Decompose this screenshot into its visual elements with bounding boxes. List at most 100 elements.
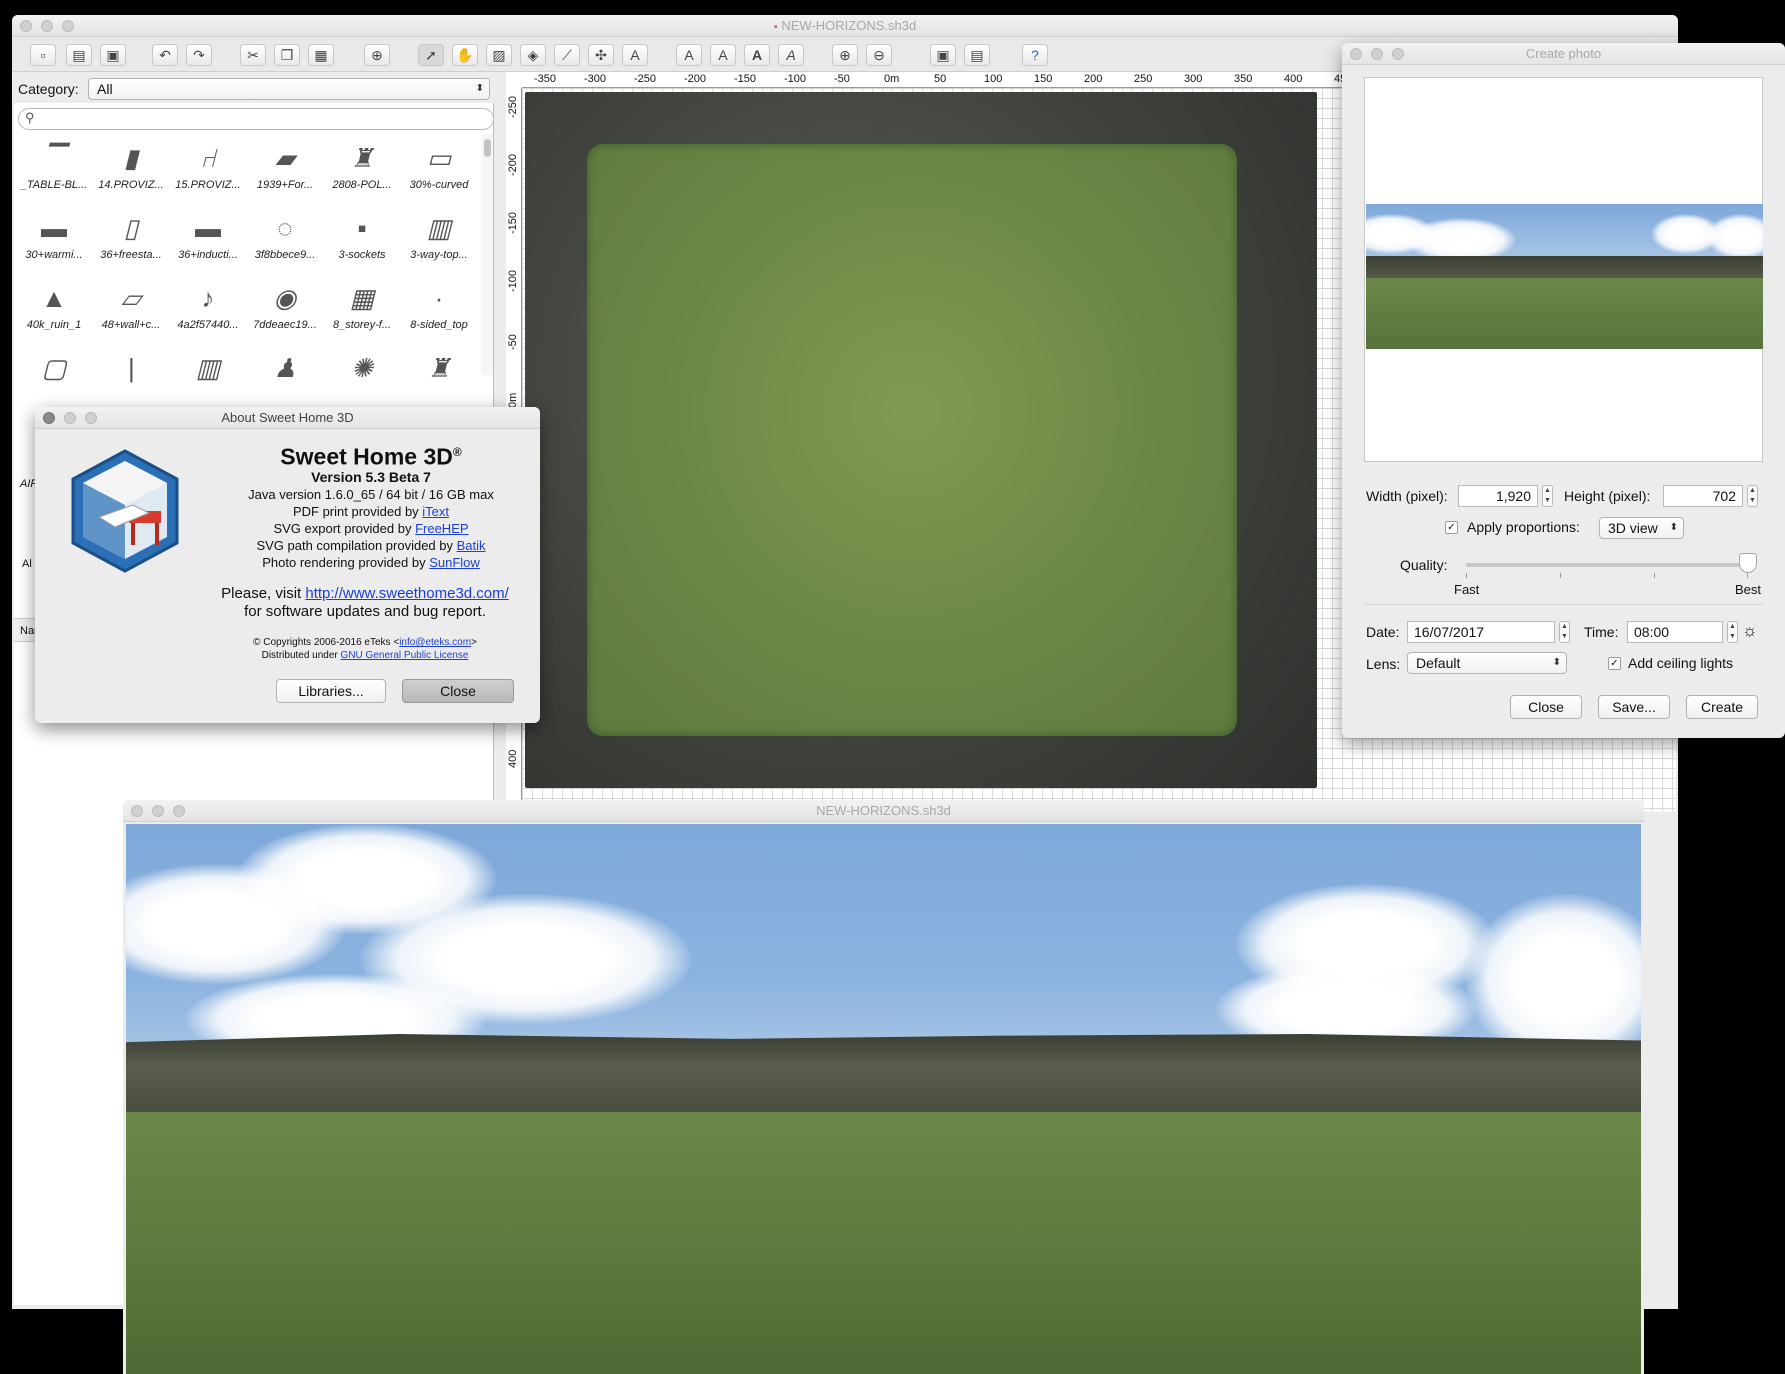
- catalog-item[interactable]: ▱ 48+wall+c...: [95, 277, 167, 345]
- time-stepper[interactable]: ▲ ▼: [1727, 621, 1738, 643]
- catalog-item[interactable]: |: [95, 347, 167, 387]
- catalog-item[interactable]: ▭ 30%-curved: [403, 137, 475, 205]
- paste-icon[interactable]: ▦: [308, 44, 334, 66]
- zoom-window-button[interactable]: [62, 20, 74, 32]
- save-icon[interactable]: ▣: [100, 44, 126, 66]
- catalog-item[interactable]: · 8-sided_top: [403, 277, 475, 345]
- help-icon[interactable]: ?: [1022, 44, 1048, 66]
- new-icon[interactable]: ▫: [30, 44, 56, 66]
- width-field[interactable]: 1,920: [1458, 485, 1538, 507]
- visit-text: Please, visit: [221, 585, 306, 602]
- license-link[interactable]: GNU General Public License: [341, 650, 469, 661]
- create-video-icon[interactable]: ▤: [964, 44, 990, 66]
- 3d-scene[interactable]: [126, 824, 1641, 1374]
- catalog-item[interactable]: ▥ 3-way-top...: [403, 207, 475, 275]
- catalog-item[interactable]: ▬ 30+warmi...: [18, 207, 90, 275]
- about-minimize-window-button[interactable]: [64, 412, 76, 424]
- about-close-button[interactable]: Close: [402, 679, 514, 703]
- catalog-item[interactable]: ▰ 1939+For...: [249, 137, 321, 205]
- catalog-item[interactable]: ♟: [249, 347, 321, 387]
- photo-zoom-window-button[interactable]: [1392, 48, 1404, 60]
- catalog-item[interactable]: ✺: [326, 347, 398, 387]
- catalog-item[interactable]: ♜: [403, 347, 475, 387]
- zoom-in-icon[interactable]: ⊕: [832, 44, 858, 66]
- decrease-text-icon[interactable]: A: [710, 44, 736, 66]
- apply-proportions-checkbox[interactable]: ✓: [1445, 521, 1458, 534]
- chevron-updown-icon: ⬍: [1552, 657, 1561, 668]
- itext-link[interactable]: iText: [422, 504, 449, 519]
- ruler-tick-label: 150: [1034, 73, 1053, 85]
- terrain-boundary[interactable]: [525, 92, 1317, 788]
- category-select[interactable]: All ⬍: [88, 78, 490, 100]
- catalog-item[interactable]: ▦ 8_storey-f...: [326, 277, 398, 345]
- view3d-close-button[interactable]: [131, 805, 143, 817]
- quality-fast-label: Fast: [1454, 582, 1480, 597]
- create-dimensions-icon[interactable]: ✣: [588, 44, 614, 66]
- select-icon[interactable]: ➚: [418, 44, 444, 66]
- catalog-item[interactable]: ♜ 2808-POL...: [326, 137, 398, 205]
- about-close-window-button[interactable]: [43, 412, 55, 424]
- photo-save-button[interactable]: Save...: [1598, 695, 1670, 719]
- photo-minimize-window-button[interactable]: [1371, 48, 1383, 60]
- bold-text-icon[interactable]: A: [744, 44, 770, 66]
- proportions-select[interactable]: 3D view ⬍: [1599, 517, 1684, 539]
- catalog-item[interactable]: ▯ 36+freesta...: [95, 207, 167, 275]
- catalog-item[interactable]: ▥: [172, 347, 244, 387]
- date-stepper[interactable]: ▲ ▼: [1559, 621, 1570, 643]
- width-stepper[interactable]: ▲ ▼: [1542, 485, 1553, 507]
- create-polylines-icon[interactable]: ⟋: [554, 44, 580, 66]
- catalog-item[interactable]: ◉ 7ddeaec19...: [249, 277, 321, 345]
- website-link[interactable]: http://www.sweethome3d.com/: [305, 585, 508, 602]
- create-walls-icon[interactable]: ▨: [486, 44, 512, 66]
- catalog-item[interactable]: ▔ _TABLE-BL...: [18, 137, 90, 205]
- open-icon[interactable]: ▤: [66, 44, 92, 66]
- increase-text-icon[interactable]: A: [676, 44, 702, 66]
- catalog-item[interactable]: ⑁ 15.PROVIZ...: [172, 137, 244, 205]
- zoom-out-icon[interactable]: ⊖: [866, 44, 892, 66]
- italic-text-icon[interactable]: A: [778, 44, 804, 66]
- catalog-item[interactable]: ♪ 4a2f57440...: [172, 277, 244, 345]
- minimize-window-button[interactable]: [41, 20, 53, 32]
- create-rooms-icon[interactable]: ◈: [520, 44, 546, 66]
- time-field[interactable]: 08:00: [1627, 621, 1723, 643]
- height-field[interactable]: 702: [1663, 485, 1743, 507]
- grass-area[interactable]: [587, 144, 1237, 736]
- copy-icon[interactable]: ❐: [274, 44, 300, 66]
- catalog-item[interactable]: ◌ 3f8bbece9...: [249, 207, 321, 275]
- add-text-icon[interactable]: A: [622, 44, 648, 66]
- email-link[interactable]: info@eteks.com: [399, 637, 471, 648]
- catalog-scroll-thumb[interactable]: [484, 139, 491, 157]
- cut-icon[interactable]: ✂: [240, 44, 266, 66]
- catalog-item[interactable]: ▮ 14.PROVIZ...: [95, 137, 167, 205]
- ruler-tick-label: -150: [507, 211, 519, 234]
- catalog-item[interactable]: ▪ 3-sockets: [326, 207, 398, 275]
- freehep-link[interactable]: FreeHEP: [415, 521, 468, 536]
- photo-close-button[interactable]: Close: [1510, 695, 1582, 719]
- close-window-button[interactable]: [20, 20, 32, 32]
- redo-icon[interactable]: ↷: [186, 44, 212, 66]
- catalog-item[interactable]: ▢: [18, 347, 90, 387]
- libraries-button[interactable]: Libraries...: [276, 679, 386, 703]
- undo-icon[interactable]: ↶: [152, 44, 178, 66]
- quality-slider-track[interactable]: [1466, 563, 1748, 567]
- view3d-zoom-button[interactable]: [173, 805, 185, 817]
- ceiling-lights-checkbox[interactable]: ✓: [1608, 657, 1621, 670]
- batik-link[interactable]: Batik: [457, 538, 486, 553]
- create-photo-icon[interactable]: ▣: [930, 44, 956, 66]
- photo-create-button[interactable]: Create: [1686, 695, 1758, 719]
- view3d-minimize-button[interactable]: [152, 805, 164, 817]
- lens-select[interactable]: Default ⬍: [1407, 652, 1567, 674]
- sun-icon[interactable]: ☼: [1742, 621, 1758, 641]
- catalog-scrollbar[interactable]: [481, 135, 493, 375]
- date-field[interactable]: 16/07/2017: [1407, 621, 1555, 643]
- sunflow-link[interactable]: SunFlow: [429, 555, 480, 570]
- pan-icon[interactable]: ✋: [452, 44, 478, 66]
- height-stepper[interactable]: ▲ ▼: [1747, 485, 1758, 507]
- add-furniture-icon[interactable]: ⊕: [364, 44, 390, 66]
- about-zoom-window-button[interactable]: [85, 412, 97, 424]
- search-input[interactable]: ⚲: [18, 108, 494, 130]
- catalog-item[interactable]: ▬ 36+inducti...: [172, 207, 244, 275]
- photo-close-window-button[interactable]: [1350, 48, 1362, 60]
- catalog-item[interactable]: ▲ 40k_ruin_1: [18, 277, 90, 345]
- quality-slider-thumb[interactable]: [1739, 553, 1757, 573]
